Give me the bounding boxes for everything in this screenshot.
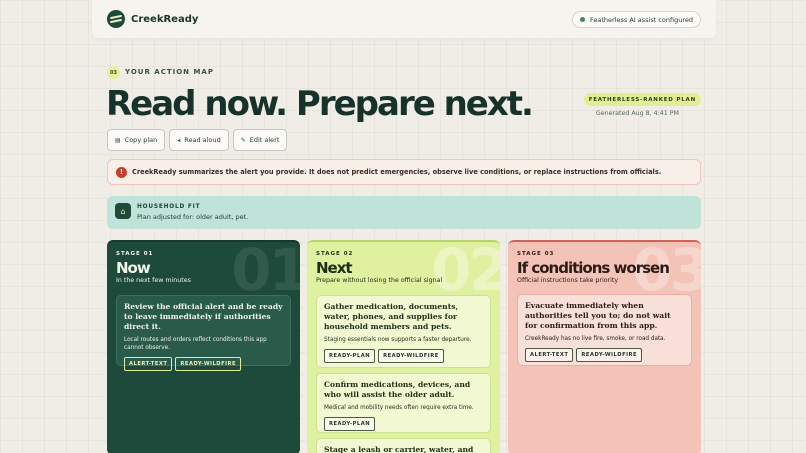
creekready-logo-icon bbox=[107, 10, 125, 28]
read-aloud-label: Read aloud bbox=[184, 136, 221, 144]
task-tags: ALERT-TEXT READY-WILDFIRE bbox=[525, 348, 684, 362]
task-card[interactable]: Confirm medications, devices, and who wi… bbox=[316, 373, 491, 433]
copy-icon: ▤ bbox=[115, 136, 121, 144]
task-title: Stage a leash or carrier, water, and bbox=[324, 445, 474, 453]
stage-kicker: STAGE 03 bbox=[517, 251, 555, 257]
task-note: Local routes and orders reflect conditio… bbox=[124, 337, 267, 351]
generated-timestamp: Generated Aug 8, 4:41 PM bbox=[595, 110, 679, 117]
status-dot-icon bbox=[579, 17, 585, 22]
warning-icon: ! bbox=[116, 166, 127, 178]
step-badge: 03 bbox=[107, 66, 120, 79]
household-fit-panel: ⌂ HOUSEHOLD FIT Plan adjusted for: older… bbox=[107, 196, 701, 229]
task-title: Review the official alert and be ready t… bbox=[124, 302, 283, 331]
task-tags: ALERT-TEXT READY-WILDFIRE bbox=[124, 357, 283, 371]
disclaimer-banner: ! CreekReady summarizes the alert you pr… bbox=[107, 159, 701, 185]
stage-card-now: 01 STAGE 01 Now In the next few minutes … bbox=[107, 240, 300, 453]
ai-status-text: Featherless AI assist configured bbox=[589, 15, 693, 24]
speaker-icon: ◂ bbox=[177, 136, 181, 144]
stage-title: If conditions worsen bbox=[517, 259, 670, 277]
edit-alert-label: Edit alert bbox=[249, 136, 280, 144]
task-note: CreekReady has no live fire, smoke, or r… bbox=[525, 336, 666, 342]
task-tags: READY-PLAN bbox=[324, 417, 483, 431]
task-title: Evacuate immediately when authorities te… bbox=[525, 301, 671, 330]
stage-kicker: STAGE 01 bbox=[116, 251, 154, 257]
household-detail: Plan adjusted for: older adult, pet. bbox=[137, 213, 249, 221]
task-title: Confirm medications, devices, and who wi… bbox=[324, 380, 471, 399]
stage-subtitle: Official instructions take priority bbox=[517, 277, 619, 284]
task-tags: READY-PLAN READY-WILDFIRE bbox=[324, 349, 483, 363]
stage-kicker: STAGE 02 bbox=[316, 251, 354, 257]
section-label: YOUR ACTION MAP bbox=[125, 68, 214, 76]
task-note: Medical and mobility needs often require… bbox=[324, 405, 474, 411]
app-name: CreekReady bbox=[131, 13, 199, 25]
task-card[interactable]: Gather medication, documents, water, pho… bbox=[316, 295, 491, 368]
disclaimer-text: CreekReady summarizes the alert you prov… bbox=[132, 168, 662, 176]
read-aloud-button[interactable]: ◂ Read aloud bbox=[169, 129, 229, 151]
household-title: HOUSEHOLD FIT bbox=[137, 204, 201, 210]
tag: ALERT-TEXT bbox=[124, 357, 173, 371]
edit-alert-button[interactable]: ✎ Edit alert bbox=[232, 129, 288, 151]
tag: ALERT-TEXT bbox=[525, 348, 574, 362]
tag: READY-PLAN bbox=[324, 417, 376, 431]
task-card[interactable]: Review the official alert and be ready t… bbox=[116, 295, 291, 371]
task-title: Gather medication, documents, water, pho… bbox=[324, 302, 459, 331]
stage-title: Next bbox=[316, 259, 353, 277]
ai-status-badge: Featherless AI assist configured bbox=[571, 11, 701, 28]
stage-card-next: 02 STAGE 02 Next Prepare without losing … bbox=[307, 240, 500, 453]
stage-subtitle: Prepare without losing the official sign… bbox=[316, 277, 443, 284]
stage-card-if-conditions-worsen: 03 STAGE 03 If conditions worsen Officia… bbox=[508, 240, 701, 453]
tag: READY-WILDFIRE bbox=[576, 348, 643, 362]
stage-subtitle: In the next few minutes bbox=[116, 277, 191, 284]
pencil-icon: ✎ bbox=[240, 136, 246, 144]
brand[interactable]: CreekReady bbox=[107, 10, 198, 28]
copy-plan-label: Copy plan bbox=[124, 136, 158, 144]
tag: READY-PLAN bbox=[324, 349, 376, 363]
tag: READY-WILDFIRE bbox=[378, 349, 444, 363]
task-note: Staging essentials now supports a faster… bbox=[324, 337, 472, 343]
plan-badge: FEATHERLESS-RANKED PLAN bbox=[583, 93, 701, 106]
task-card[interactable]: Stage a leash or carrier, water, and bbox=[316, 438, 491, 453]
tag: READY-WILDFIRE bbox=[175, 357, 242, 371]
home-icon: ⌂ bbox=[115, 203, 131, 219]
copy-plan-button[interactable]: ▤ Copy plan bbox=[107, 129, 166, 151]
stage-title: Now bbox=[116, 259, 151, 277]
action-toolbar: ▤ Copy plan ◂ Read aloud ✎ Edit alert bbox=[107, 129, 288, 151]
task-card[interactable]: Evacuate immediately when authorities te… bbox=[517, 294, 692, 366]
page-title: Read now. Prepare next. bbox=[106, 84, 534, 124]
